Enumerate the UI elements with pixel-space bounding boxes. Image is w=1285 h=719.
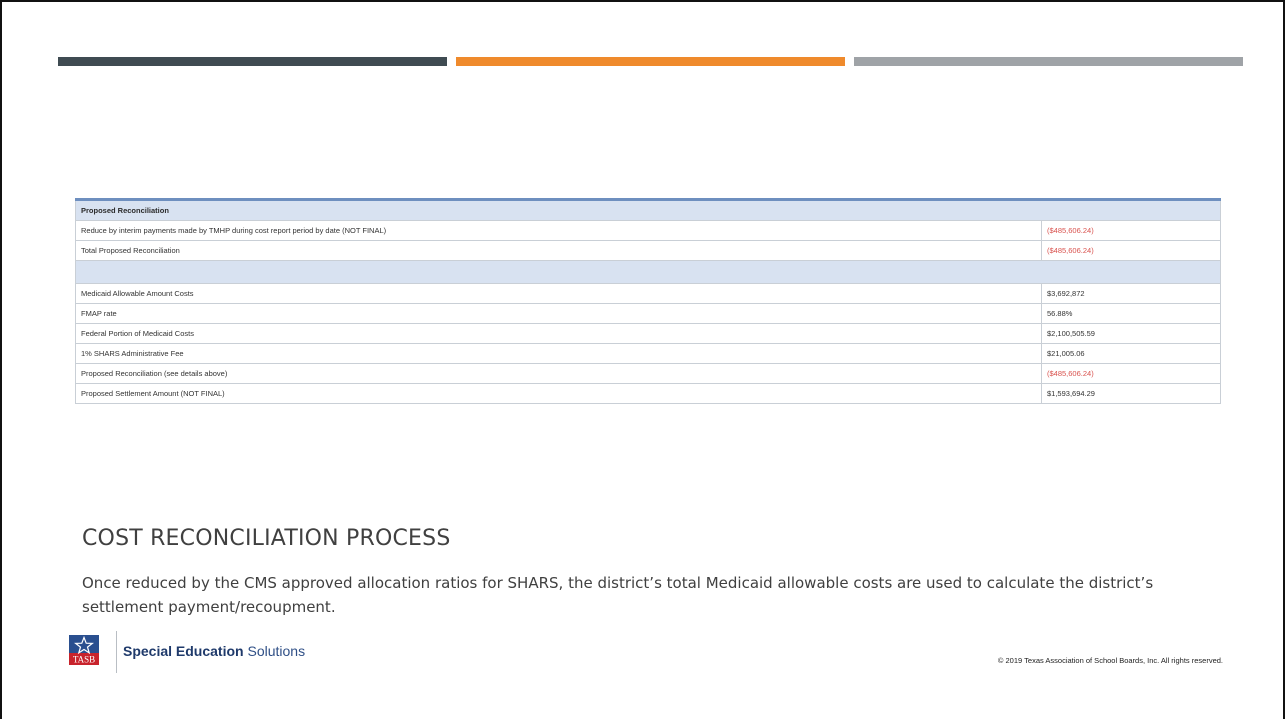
table-row: 1% SHARS Administrative Fee $21,005.06: [75, 343, 1221, 364]
table-spacer-row: [75, 260, 1221, 284]
reconciliation-table: Proposed Reconciliation Reduce by interi…: [75, 198, 1221, 404]
row-label: FMAP rate: [75, 303, 1042, 324]
logo-text: TASB: [73, 655, 95, 665]
slide-title: COST RECONCILIATION PROCESS: [82, 526, 451, 551]
row-value: $3,692,872: [1041, 283, 1221, 304]
table-row: Proposed Reconciliation (see details abo…: [75, 363, 1221, 384]
row-label: Proposed Settlement Amount (NOT FINAL): [75, 383, 1042, 404]
copyright-notice: © 2019 Texas Association of School Board…: [997, 656, 1223, 665]
slide-body-text: Once reduced by the CMS approved allocat…: [82, 574, 1154, 616]
row-label: Proposed Reconciliation (see details abo…: [75, 363, 1042, 384]
row-label: Medicaid Allowable Amount Costs: [75, 283, 1042, 304]
brand-light: Solutions: [243, 643, 306, 659]
row-label: Reduce by interim payments made by TMHP …: [75, 220, 1042, 241]
table-header: Proposed Reconciliation: [75, 199, 1221, 221]
row-label: Total Proposed Reconciliation: [75, 240, 1042, 261]
row-value: 56.88%: [1041, 303, 1221, 324]
row-value: $21,005.06: [1041, 343, 1221, 364]
accent-bar-orange: [456, 57, 845, 66]
brand-name: Special Education Solutions: [123, 643, 305, 659]
slide: Proposed Reconciliation Reduce by interi…: [0, 0, 1285, 719]
table-row: Reduce by interim payments made by TMHP …: [75, 220, 1221, 241]
logo-divider: [116, 631, 117, 673]
table-spacer: [75, 260, 1221, 284]
accent-bar-dark: [58, 57, 447, 66]
table-header-row: Proposed Reconciliation: [75, 199, 1221, 221]
table-row: Proposed Settlement Amount (NOT FINAL) $…: [75, 383, 1221, 404]
row-value: ($485,606.24): [1041, 363, 1221, 384]
table-row: Medicaid Allowable Amount Costs $3,692,8…: [75, 283, 1221, 304]
tasb-logo: TASB: [69, 635, 99, 665]
row-value: ($485,606.24): [1041, 240, 1221, 261]
table-row: FMAP rate 56.88%: [75, 303, 1221, 324]
row-value: $2,100,505.59: [1041, 323, 1221, 344]
table-row: Federal Portion of Medicaid Costs $2,100…: [75, 323, 1221, 344]
row-value: ($485,606.24): [1041, 220, 1221, 241]
row-label: Federal Portion of Medicaid Costs: [75, 323, 1042, 344]
table-row: Total Proposed Reconciliation ($485,606.…: [75, 240, 1221, 261]
row-label: 1% SHARS Administrative Fee: [75, 343, 1042, 364]
brand-bold: Special Education: [123, 643, 244, 659]
row-value: $1,593,694.29: [1041, 383, 1221, 404]
accent-bar-gray: [854, 57, 1243, 66]
